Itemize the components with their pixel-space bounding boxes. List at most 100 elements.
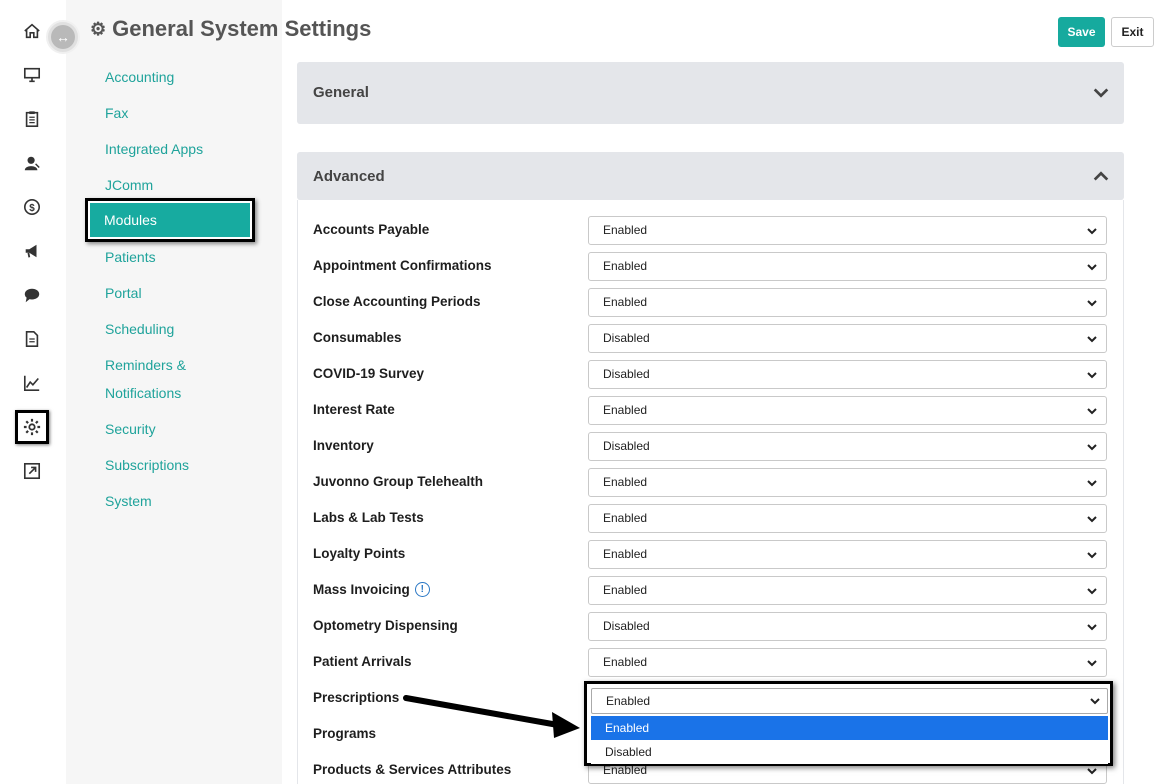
sidebar-item-patients[interactable]: Patients	[105, 243, 156, 271]
prescriptions-dropdown: Enabled Enabled Disabled	[584, 681, 1113, 766]
setting-label: Accounts Payable	[313, 222, 429, 237]
setting-label-text: Patient Arrivals	[313, 654, 412, 669]
chevron-down-icon	[1087, 516, 1097, 523]
sidebar-item-modules[interactable]: Modules	[85, 198, 255, 242]
select-value: Enabled	[603, 547, 648, 561]
select-value: Disabled	[603, 367, 650, 381]
sidebar-item-system[interactable]: System	[105, 487, 152, 515]
select-value: Enabled	[603, 511, 648, 525]
sidebar-item-portal[interactable]: Portal	[105, 279, 142, 307]
chevron-down-icon	[1087, 480, 1097, 487]
setting-label: Juvonno Group Telehealth	[313, 474, 483, 489]
setting-select[interactable]: Disabled	[588, 432, 1107, 461]
chevron-down-icon	[1087, 264, 1097, 271]
setting-select[interactable]: Enabled	[588, 288, 1107, 317]
dollar-icon[interactable]: $	[18, 193, 46, 221]
setting-label: Labs & Lab Tests	[313, 510, 424, 525]
setting-label-text: Inventory	[313, 438, 374, 453]
panel-general-header[interactable]: General	[297, 62, 1124, 124]
chart-icon[interactable]	[18, 369, 46, 397]
info-icon[interactable]: !	[414, 582, 430, 597]
chevron-down-icon	[1087, 228, 1097, 235]
setting-label-text: Mass Invoicing	[313, 582, 410, 597]
setting-select[interactable]: Enabled	[588, 576, 1107, 605]
setting-label-text: Interest Rate	[313, 402, 395, 417]
option-disabled[interactable]: Disabled	[591, 740, 1108, 764]
home-icon[interactable]	[18, 17, 46, 45]
sidebar-item-label: Modules	[90, 203, 250, 237]
sidebar-item-notifications[interactable]: Notifications	[105, 379, 181, 407]
setting-label: Inventory	[313, 438, 374, 453]
setting-label-text: Close Accounting Periods	[313, 294, 481, 309]
sidebar-item-subscriptions[interactable]: Subscriptions	[105, 451, 189, 479]
select-value: Disabled	[603, 619, 650, 633]
clipboard-icon[interactable]	[18, 105, 46, 133]
sidebar-item-integrated-apps[interactable]: Integrated Apps	[105, 135, 203, 163]
sidebar-item-reminders[interactable]: Reminders &	[105, 351, 186, 379]
panel-advanced-title: Advanced	[313, 168, 385, 185]
chevron-down-icon	[1087, 552, 1097, 559]
setting-select[interactable]: Enabled	[588, 504, 1107, 533]
setting-label-text: Consumables	[313, 330, 402, 345]
sidebar-item-jcomm[interactable]: JComm	[105, 171, 153, 199]
page-title: ⚙ General System Settings	[90, 16, 371, 42]
collapse-sidebar-button[interactable]: ↔	[46, 20, 80, 54]
chevron-down-icon	[1087, 336, 1097, 343]
external-link-icon[interactable]	[18, 457, 46, 485]
setting-label: Mass Invoicing!	[313, 582, 430, 597]
setting-label: Appointment Confirmations	[313, 258, 492, 273]
document-icon[interactable]	[18, 325, 46, 353]
chevron-down-icon	[1090, 698, 1100, 705]
megaphone-icon[interactable]	[18, 237, 46, 265]
setting-select[interactable]: Enabled	[588, 540, 1107, 569]
select-value: Enabled	[603, 403, 648, 417]
gear-icon[interactable]	[15, 410, 49, 444]
sidebar-item-scheduling[interactable]: Scheduling	[105, 315, 174, 343]
setting-label-text: Products & Services Attributes	[313, 762, 512, 777]
select-value: Enabled	[603, 223, 648, 237]
setting-label: Close Accounting Periods	[313, 294, 481, 309]
save-button[interactable]: Save	[1058, 17, 1105, 47]
annotation-arrow-icon	[403, 695, 580, 738]
setting-select[interactable]: Enabled	[588, 648, 1107, 677]
settings-sidebar: Accounting Fax Integrated Apps JComm Mod…	[66, 0, 282, 784]
setting-label: COVID-19 Survey	[313, 366, 424, 381]
select-value: Enabled	[603, 295, 648, 309]
sidebar-item-accounting[interactable]: Accounting	[105, 63, 174, 91]
select-value: Enabled	[603, 475, 648, 489]
exit-button[interactable]: Exit	[1111, 17, 1154, 47]
desktop-icon[interactable]	[18, 61, 46, 89]
chat-icon[interactable]	[18, 281, 46, 309]
setting-label: Interest Rate	[313, 402, 395, 417]
chevron-down-icon	[1087, 444, 1097, 451]
setting-select[interactable]: Enabled	[588, 216, 1107, 245]
setting-select[interactable]: Disabled	[588, 612, 1107, 641]
setting-label-text: COVID-19 Survey	[313, 366, 425, 381]
select-value: Enabled	[603, 259, 648, 273]
gear-icon: ⚙	[90, 18, 107, 39]
chevron-down-icon	[1087, 408, 1097, 415]
sidebar-item-fax[interactable]: Fax	[105, 99, 128, 127]
select-value: Enabled	[603, 655, 648, 669]
setting-select[interactable]: Disabled	[588, 360, 1107, 389]
setting-label: Patient Arrivals	[313, 654, 412, 669]
setting-select[interactable]: Enabled	[588, 468, 1107, 497]
setting-select[interactable]: Enabled	[588, 252, 1107, 281]
svg-text:$: $	[29, 203, 35, 214]
prescriptions-select[interactable]: Enabled	[591, 688, 1108, 714]
option-enabled[interactable]: Enabled	[591, 716, 1108, 740]
setting-label-text: Programs	[313, 726, 377, 741]
panel-general-title: General	[313, 84, 369, 101]
panel-advanced-header[interactable]: Advanced	[297, 152, 1124, 200]
select-value: Enabled	[606, 694, 651, 708]
setting-select[interactable]: Disabled	[588, 324, 1107, 353]
chevron-down-icon	[1087, 624, 1097, 631]
chevron-down-icon	[1087, 660, 1097, 667]
setting-label: Prescriptions	[313, 690, 399, 705]
chevron-down-icon	[1087, 372, 1097, 379]
user-icon[interactable]	[18, 149, 46, 177]
setting-select[interactable]: Enabled	[588, 396, 1107, 425]
setting-label-text: Appointment Confirmations	[313, 258, 492, 273]
setting-label: Optometry Dispensing	[313, 618, 458, 633]
sidebar-item-security[interactable]: Security	[105, 415, 156, 443]
